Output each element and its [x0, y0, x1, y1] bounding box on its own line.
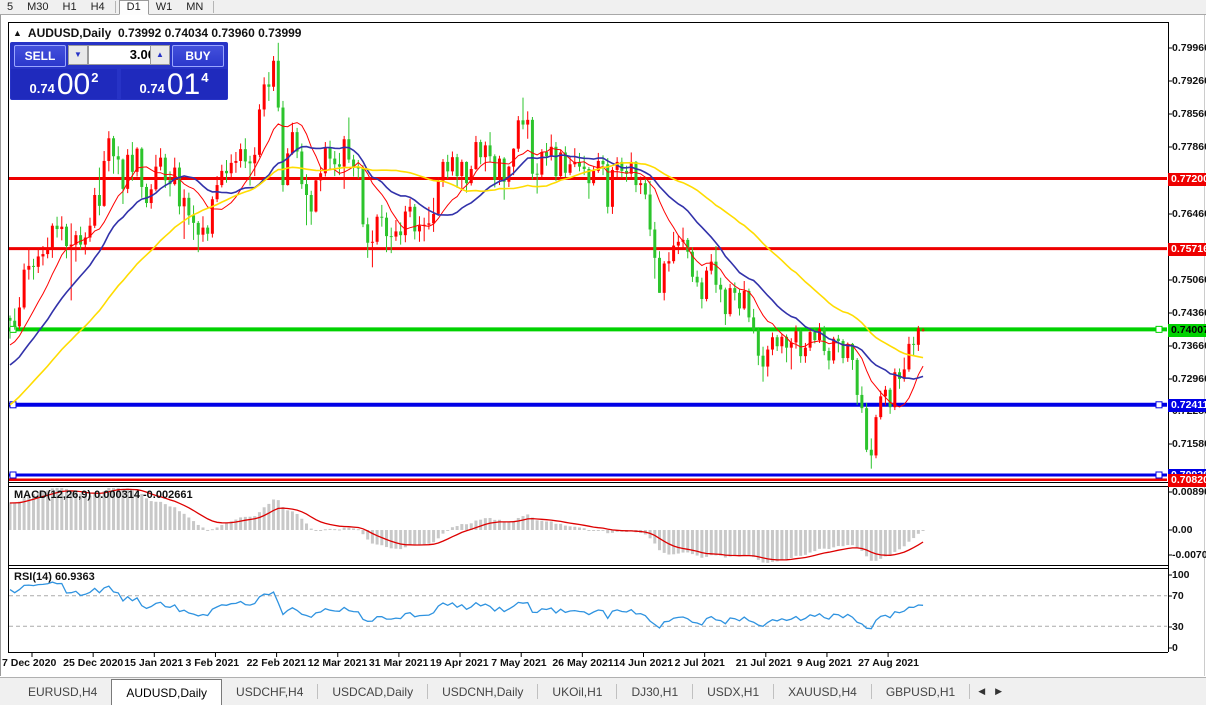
tabbar-spacer — [0, 678, 14, 705]
price-tick-label: 0.79260 — [1172, 75, 1206, 88]
macd-label: MACD(12,26,9) 0.000314 -0.002661 — [14, 489, 193, 501]
date-label: 14 Jun 2021 — [614, 657, 674, 669]
price-tick-label: 0.79960 — [1172, 42, 1206, 55]
macd-tick-label: 0.008904 — [1172, 486, 1206, 499]
line-handle[interactable] — [1156, 402, 1162, 408]
rsi-tick-label: 70 — [1172, 590, 1184, 603]
date-label: 21 Jul 2021 — [736, 657, 792, 669]
price-tick-label: 0.71580 — [1172, 438, 1206, 451]
rsi-tick-label: 100 — [1172, 569, 1190, 582]
chart-tab-ukoil[interactable]: UKOil,H1 — [538, 678, 616, 705]
price-tick-label: 0.78560 — [1172, 108, 1206, 121]
date-label: 26 May 2021 — [552, 657, 613, 669]
date-label: 27 Aug 2021 — [858, 657, 919, 669]
date-label: 19 Apr 2021 — [430, 657, 489, 669]
volume-increase-button[interactable]: ▲ — [150, 45, 170, 65]
tab-scroll-arrows: ◀▶ — [978, 678, 1002, 705]
symbol-title: AUDUSD,Daily — [28, 26, 111, 40]
date-label: 7 Dec 2020 — [2, 657, 56, 669]
chart-tab-gbpusd[interactable]: GBPUSD,H1 — [872, 678, 969, 705]
rsi-tick-label: 30 — [1172, 621, 1184, 634]
rsi-tick-label: 0 — [1172, 642, 1178, 655]
price-tick-label: 0.75060 — [1172, 274, 1206, 287]
horizontal-level-lines — [9, 178, 1167, 480]
chart-title: ▲ AUDUSD,Daily 0.73992 0.74034 0.73960 0.… — [13, 26, 301, 40]
rsi-label: RSI(14) 60.9363 — [14, 571, 95, 583]
price-level-badge: 0.72411 — [1168, 399, 1206, 412]
buy-price-big: 01 — [167, 71, 200, 99]
collapse-arrow-icon[interactable]: ▲ — [13, 28, 22, 38]
buy-price-sup: 4 — [201, 70, 208, 85]
date-label: 3 Feb 2021 — [185, 657, 239, 669]
price-tick-label: 0.74360 — [1172, 307, 1206, 320]
date-label: 2 Jul 2021 — [675, 657, 725, 669]
price-tick-label: 0.72960 — [1172, 373, 1206, 386]
sell-price-big: 00 — [57, 71, 90, 99]
sell-price-display[interactable]: 0.74 00 2 — [11, 69, 117, 99]
date-label: 12 Mar 2021 — [308, 657, 368, 669]
price-tick-label: 0.76460 — [1172, 208, 1206, 221]
rsi-line — [10, 582, 923, 629]
one-click-trading-widget: SELL ▼ 3.00 ▲ BUY 0.74 00 2 0.74 01 4 — [10, 42, 228, 100]
price-level-badge: 0.75716 — [1168, 243, 1206, 256]
rsi-indicator — [9, 582, 1167, 629]
price-tick-label: 0.77860 — [1172, 141, 1206, 154]
line-handle[interactable] — [1156, 472, 1162, 478]
price-level-badge: 0.74007 — [1168, 324, 1206, 337]
chart-tab-usdchf[interactable]: USDCHF,H4 — [222, 678, 317, 705]
date-label: 15 Jan 2021 — [124, 657, 183, 669]
chart-tab-dj30[interactable]: DJ30,H1 — [617, 678, 692, 705]
tab-scroll-right-icon[interactable]: ▶ — [995, 686, 1002, 697]
ohlc-values: 0.73992 0.74034 0.73960 0.73999 — [118, 26, 302, 40]
trade-widget-row: SELL ▼ 3.00 ▲ BUY — [10, 42, 228, 68]
sell-button[interactable]: SELL — [14, 45, 66, 67]
date-label: 7 May 2021 — [491, 657, 546, 669]
sell-price-sup: 2 — [91, 70, 98, 85]
tab-scroll-left-icon[interactable]: ◀ — [978, 686, 985, 697]
chart-tab-usdx[interactable]: USDX,H1 — [693, 678, 773, 705]
chart-tab-audusd[interactable]: AUDUSD,Daily — [111, 679, 222, 705]
price-tick-label: 0.73660 — [1172, 340, 1206, 353]
candlestick-series — [9, 43, 1168, 480]
date-label: 22 Feb 2021 — [247, 657, 307, 669]
chart-tab-bar: EURUSD,H4AUDUSD,DailyUSDCHF,H4USDCAD,Dai… — [0, 677, 1206, 705]
chart-tab-usdcad[interactable]: USDCAD,Daily — [318, 678, 427, 705]
buy-price-small: 0.74 — [140, 81, 165, 96]
date-label: 31 Mar 2021 — [369, 657, 429, 669]
line-handle[interactable] — [10, 472, 16, 478]
chart-tab-xauusd[interactable]: XAUUSD,H4 — [774, 678, 871, 705]
mt4-window: { "toolbar": {"timeframes": ["5","M30","… — [0, 0, 1206, 704]
chart-tab-usdcnh[interactable]: USDCNH,Daily — [428, 678, 537, 705]
date-label: 25 Dec 2020 — [63, 657, 123, 669]
price-level-badge: 0.77200 — [1168, 173, 1206, 186]
buy-price-display[interactable]: 0.74 01 4 — [121, 69, 227, 99]
macd-tick-label: -0.00701 — [1172, 549, 1206, 562]
volume-decrease-button[interactable]: ▼ — [68, 45, 88, 65]
chart-canvas[interactable] — [0, 0, 1206, 704]
date-label: 9 Aug 2021 — [797, 657, 852, 669]
sell-price-small: 0.74 — [30, 81, 55, 96]
chart-tab-eurusd[interactable]: EURUSD,H4 — [14, 678, 111, 705]
buy-button[interactable]: BUY — [172, 45, 224, 67]
macd-tick-label: 0.00 — [1172, 524, 1192, 537]
tab-separator — [969, 684, 970, 699]
line-handle[interactable] — [1156, 326, 1162, 332]
